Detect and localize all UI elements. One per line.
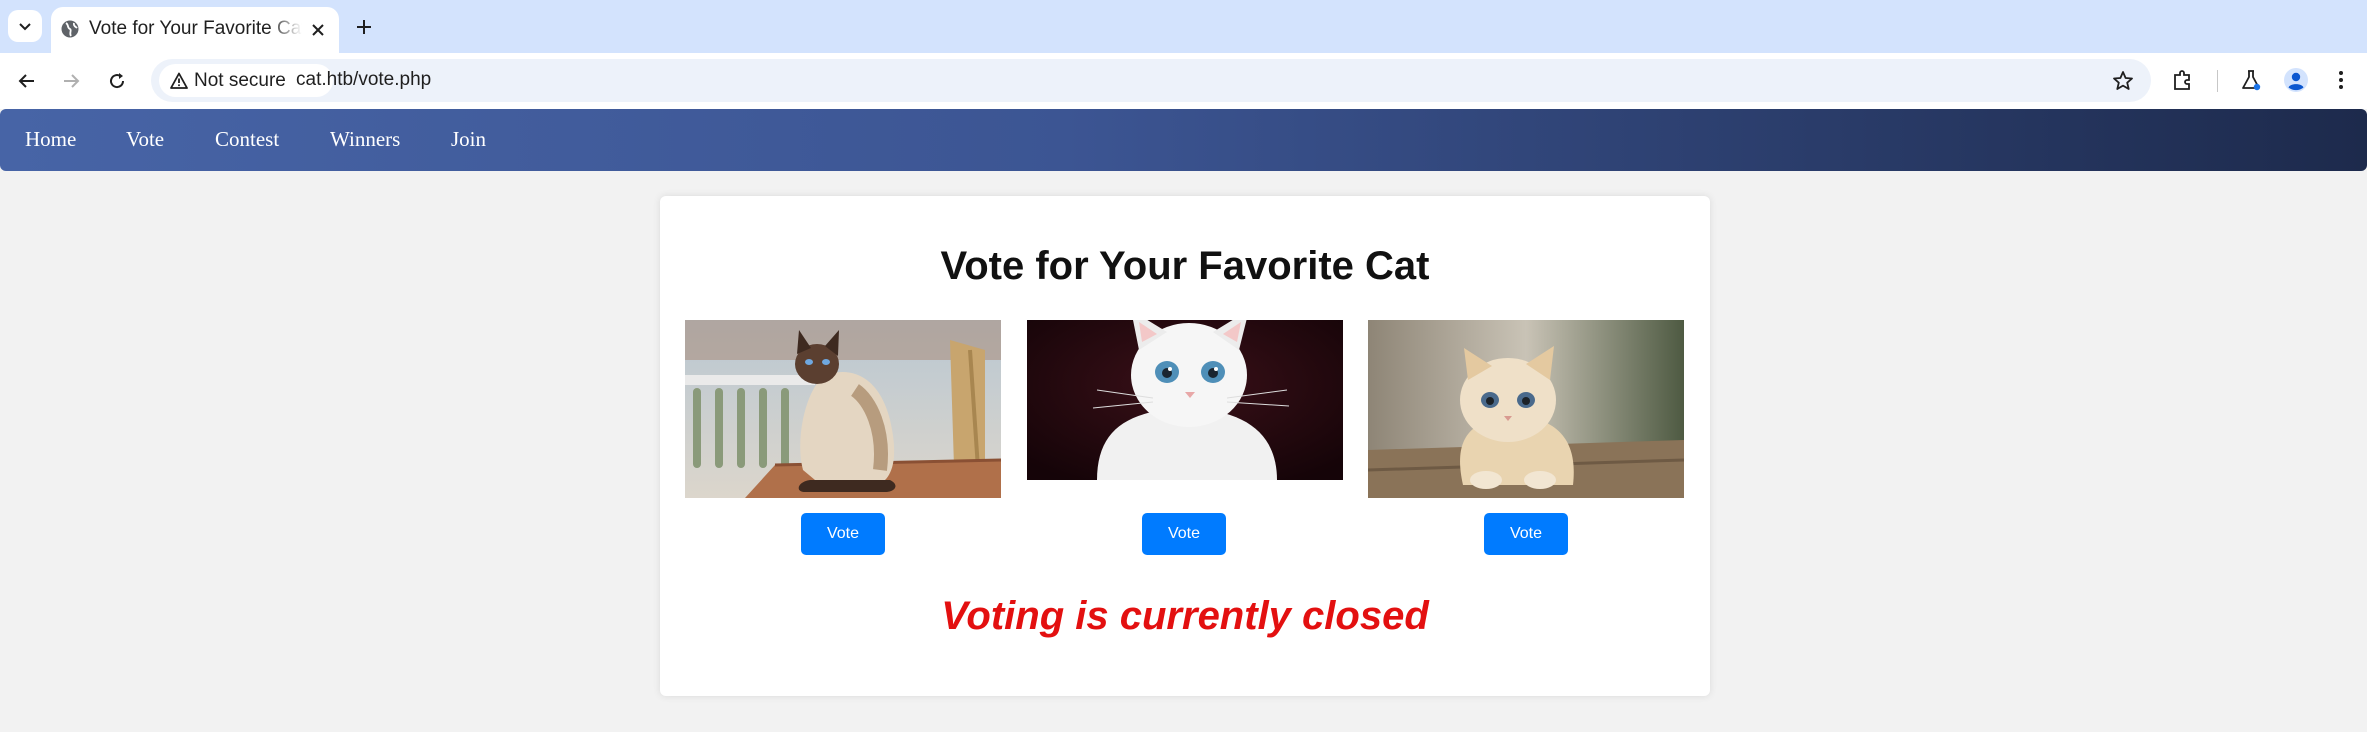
extensions-button[interactable]: [2168, 65, 2198, 95]
address-bar[interactable]: Not secure cat.htb/vote.php: [151, 59, 2151, 102]
new-tab-button[interactable]: [350, 13, 378, 41]
back-button[interactable]: [11, 65, 43, 97]
toolbar-divider: [2217, 70, 2218, 92]
warning-icon: [170, 72, 188, 89]
arrow-right-icon: [64, 74, 80, 88]
tab-title: Vote for Your Favorite Cat: [89, 18, 302, 39]
bookmark-star-icon[interactable]: [2111, 69, 2135, 93]
avatar-icon: [2284, 68, 2308, 92]
vote-button-cat-1[interactable]: Vote: [801, 513, 885, 555]
close-icon: [312, 24, 324, 36]
browser-menu-button[interactable]: [2326, 65, 2356, 95]
voting-closed-message: Voting is currently closed: [941, 594, 1429, 638]
page-title: Vote for Your Favorite Cat: [940, 244, 1430, 288]
white-kitten-image: [1027, 320, 1343, 480]
url-text[interactable]: cat.htb/vote.php: [296, 69, 431, 91]
siamese-cat-image: [685, 320, 1001, 498]
profile-button[interactable]: [2281, 65, 2311, 95]
puzzle-piece-icon: [2174, 70, 2190, 90]
vote-button-cat-3[interactable]: Vote: [1484, 513, 1568, 555]
nav-link-vote[interactable]: Vote: [126, 126, 164, 152]
browser-toolbar: Not secure cat.htb/vote.php: [0, 53, 2367, 109]
globe-icon: [61, 20, 79, 38]
vote-card: Vote for Your Favorite Cat Vote Vote Vot…: [660, 196, 1710, 696]
labs-button[interactable]: [2236, 65, 2266, 95]
arrow-left-icon: [18, 74, 34, 88]
nav-link-join[interactable]: Join: [451, 126, 486, 152]
browser-tab-strip: Vote for Your Favorite Cat: [0, 0, 2367, 53]
close-tab-button[interactable]: [307, 19, 329, 41]
nav-link-winners[interactable]: Winners: [330, 126, 400, 152]
plus-icon: [357, 20, 371, 34]
vote-button-cat-2[interactable]: Vote: [1142, 513, 1226, 555]
nav-link-contest[interactable]: Contest: [215, 126, 279, 152]
chevron-down-icon: [19, 23, 31, 31]
browser-tab-active[interactable]: Vote for Your Favorite Cat: [51, 7, 339, 53]
forward-button[interactable]: [55, 65, 87, 97]
more-vertical-icon: [2339, 71, 2343, 89]
reload-icon: [110, 73, 125, 89]
tab-search-dropdown[interactable]: [8, 10, 42, 42]
site-navbar: Home Vote Contest Winners Join: [0, 109, 2367, 171]
fluffy-kitten-image: [1368, 320, 1684, 498]
nav-link-home[interactable]: Home: [25, 126, 76, 152]
flask-icon: [2242, 70, 2261, 91]
security-status-label: Not secure: [194, 70, 286, 91]
reload-button[interactable]: [101, 65, 133, 97]
